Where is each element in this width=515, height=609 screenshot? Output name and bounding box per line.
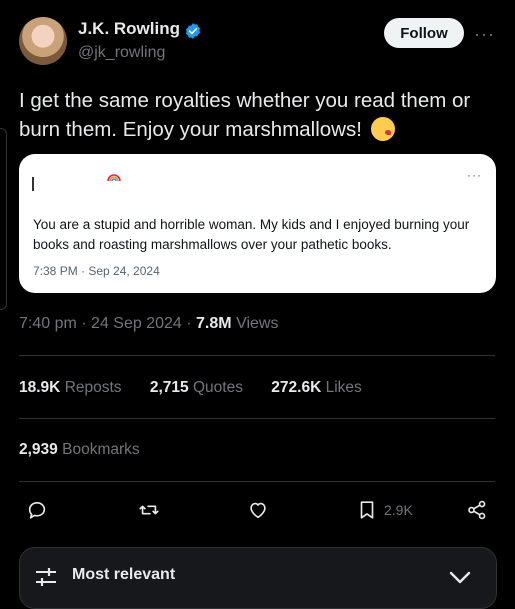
author-name[interactable]: J.K. Rowling bbox=[78, 19, 180, 39]
follow-button[interactable]: Follow bbox=[384, 18, 464, 48]
quotes-count: 2,715 bbox=[149, 379, 189, 396]
repost-icon bbox=[139, 505, 159, 515]
tweet-date[interactable]: 24 Sep 2024 bbox=[91, 315, 182, 332]
bookmark-icon bbox=[360, 501, 374, 519]
author-handle[interactable]: @jk_rowling bbox=[78, 44, 165, 62]
bookmarks-count: 2,939 bbox=[19, 441, 58, 458]
engagement-stats: 18.9K Reposts 2,715 Quotes 272.6K Likes bbox=[19, 379, 386, 397]
tweet-text: I get the same royalties whether you rea… bbox=[19, 86, 489, 144]
likes-count: 272.6K bbox=[271, 379, 322, 396]
divider bbox=[19, 481, 495, 482]
share-button[interactable] bbox=[466, 498, 488, 522]
share-icon bbox=[468, 500, 486, 520]
reposts-stat[interactable]: 18.9K Reposts bbox=[19, 379, 122, 396]
chevron-down-icon bbox=[449, 571, 471, 584]
quote-avatar bbox=[32, 177, 34, 191]
reply-button[interactable] bbox=[26, 498, 48, 522]
bookmark-count: 2.9K bbox=[384, 502, 413, 518]
quote-timestamp[interactable]: 7:38 PM · Sep 24, 2024 bbox=[33, 264, 160, 278]
reply-icon bbox=[28, 502, 46, 519]
views-count: 7.8M bbox=[196, 315, 232, 332]
quotes-stat[interactable]: 2,715 Quotes bbox=[150, 379, 243, 396]
author-avatar[interactable] bbox=[19, 17, 67, 65]
meta-separator: · bbox=[186, 315, 192, 332]
bookmarks-label: Bookmarks bbox=[62, 441, 140, 458]
quotes-label: Quotes bbox=[192, 379, 243, 396]
tweet-time[interactable]: 7:40 pm bbox=[19, 315, 77, 332]
divider bbox=[19, 418, 495, 419]
face-blowing-kiss-icon bbox=[370, 117, 395, 141]
likes-stat[interactable]: 272.6K Likes bbox=[271, 379, 361, 396]
tweet-meta: 7:40 pm · 24 Sep 2024 · 7.8M Views bbox=[19, 315, 278, 333]
like-button[interactable] bbox=[247, 498, 269, 522]
heart-icon bbox=[250, 502, 266, 519]
likes-label: Likes bbox=[325, 379, 362, 396]
repost-button[interactable] bbox=[138, 498, 160, 522]
tweet-body: I get the same royalties whether you rea… bbox=[19, 89, 471, 141]
bookmarks-stat[interactable]: 2,939 Bookmarks bbox=[19, 441, 140, 459]
quote-more-icon[interactable]: ··· bbox=[467, 168, 482, 182]
sort-label: Most relevant bbox=[72, 566, 176, 583]
rainbow-icon bbox=[107, 174, 121, 182]
views-label: Views bbox=[236, 315, 279, 332]
divider bbox=[19, 355, 495, 356]
bookmark-button[interactable]: 2.9K bbox=[356, 498, 413, 522]
filter-sliders-icon bbox=[36, 568, 56, 586]
reposts-label: Reposts bbox=[64, 379, 122, 396]
meta-separator: · bbox=[81, 315, 87, 332]
side-panel-edge bbox=[0, 128, 7, 310]
quote-text: You are a stupid and horrible woman. My … bbox=[33, 217, 470, 252]
verified-badge-icon bbox=[185, 23, 201, 39]
more-options-icon[interactable]: ··· bbox=[474, 24, 495, 45]
reposts-count: 18.9K bbox=[19, 379, 61, 396]
quoted-tweet-card[interactable]: ··· You are a stupid and horrible woman.… bbox=[19, 154, 496, 293]
